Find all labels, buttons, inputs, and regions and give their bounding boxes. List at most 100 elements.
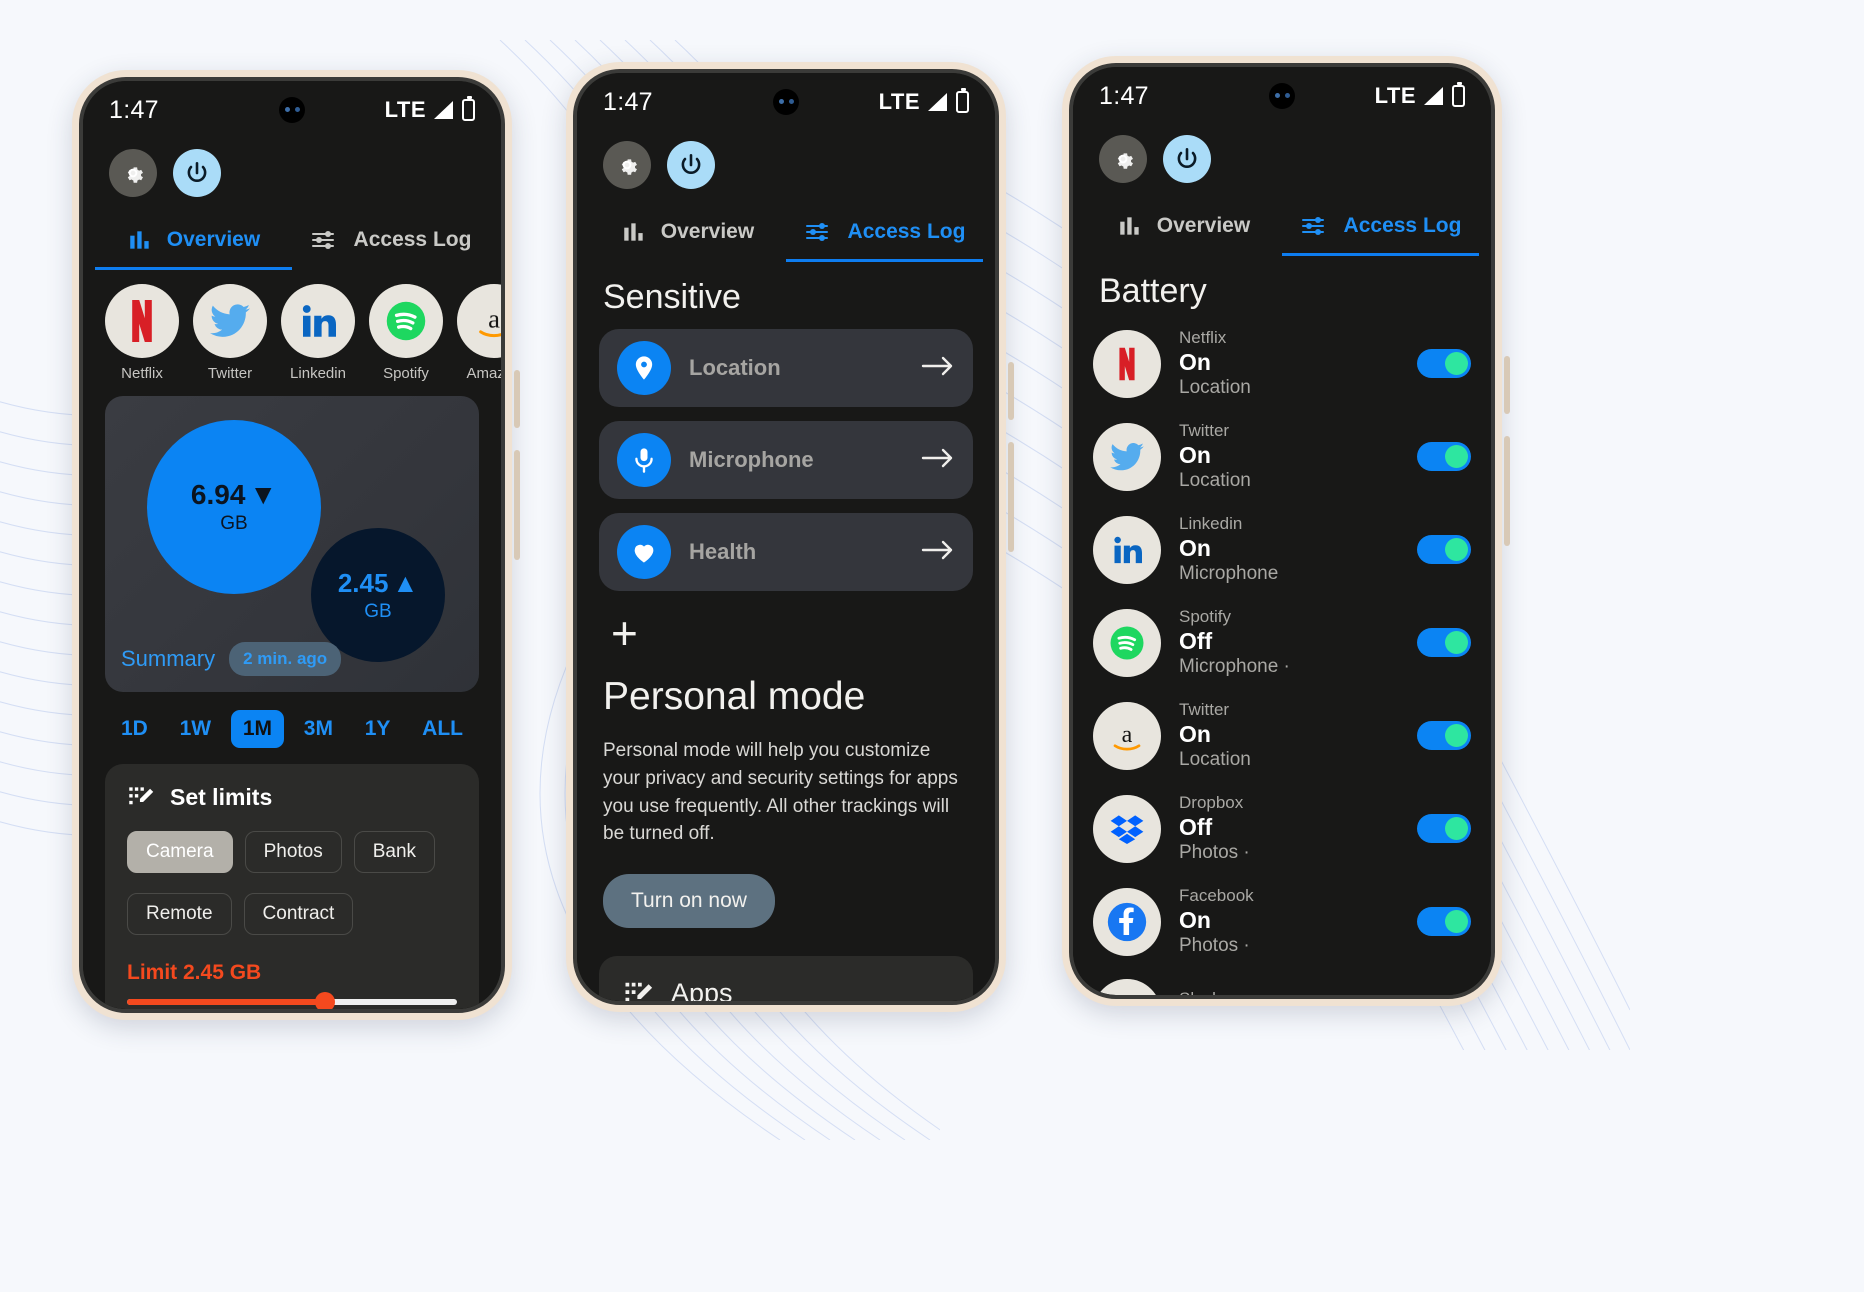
power-icon bbox=[187, 161, 207, 182]
settings-button[interactable] bbox=[603, 141, 651, 189]
app-shortcut[interactable]: Linkedin bbox=[281, 284, 355, 382]
range-1m[interactable]: 1M bbox=[230, 710, 285, 748]
list-item-toggle[interactable] bbox=[1417, 442, 1471, 471]
settings-button[interactable] bbox=[1099, 135, 1147, 183]
app-shortcut-label: Linkedin bbox=[290, 365, 346, 382]
app-shortcut[interactable]: Spotify bbox=[369, 284, 443, 382]
range-1y[interactable]: 1Y bbox=[353, 710, 403, 748]
list-item-permission: Photos · bbox=[1179, 935, 1250, 956]
limit-slider[interactable] bbox=[127, 992, 457, 1009]
sensitive-section-title: Sensitive bbox=[603, 278, 741, 316]
range-1w[interactable]: 1W bbox=[168, 710, 224, 748]
power-button[interactable] bbox=[173, 149, 221, 197]
list-item-toggle[interactable] bbox=[1417, 535, 1471, 564]
phone3-tabs: Overview Access Log bbox=[1073, 201, 1491, 256]
list-item-toggle[interactable] bbox=[1417, 907, 1471, 936]
chip-camera[interactable]: Camera bbox=[127, 831, 233, 873]
sensitive-row-location[interactable]: Location bbox=[599, 329, 973, 407]
list-item[interactable]: a Twitter On Location bbox=[1093, 689, 1471, 782]
list-item[interactable]: Facebook On Photos · bbox=[1093, 875, 1471, 968]
status-clock: 1:47 bbox=[603, 87, 653, 116]
set-limits-card: Set limits Camera Photos Bank Remote Con… bbox=[105, 764, 479, 1009]
chip-photos[interactable]: Photos bbox=[244, 831, 342, 873]
tab-access-log[interactable]: Access Log bbox=[786, 207, 983, 262]
spotify-icon bbox=[1093, 608, 1161, 677]
amazon-icon[interactable]: a bbox=[457, 284, 501, 358]
chip-contract[interactable]: Contract bbox=[243, 893, 354, 935]
summary-label: Summary bbox=[121, 646, 216, 671]
bubble-upload-value: 2.45 bbox=[337, 567, 389, 598]
arrow-right-icon[interactable] bbox=[921, 354, 955, 383]
front-camera bbox=[773, 89, 799, 115]
list-item-app: Facebook bbox=[1179, 886, 1254, 905]
turn-on-now-button[interactable]: Turn on now bbox=[603, 874, 775, 929]
status-clock: 1:47 bbox=[109, 95, 159, 124]
tab-overview[interactable]: Overview bbox=[95, 215, 292, 270]
summary-updated-chip[interactable]: 2 min. ago bbox=[229, 642, 342, 676]
check-icon bbox=[1450, 818, 1464, 833]
sensitive-row-microphone[interactable]: Microphone bbox=[599, 421, 973, 499]
usage-bubble-chart: 6.94 ▼ GB 2.45 ▲ GB Summary 2 min. ago bbox=[105, 396, 479, 692]
phone1-power-button[interactable] bbox=[514, 450, 520, 560]
linkedin-icon[interactable] bbox=[281, 284, 355, 358]
range-1d[interactable]: 1D bbox=[109, 710, 160, 748]
arrow-right-icon[interactable] bbox=[921, 446, 955, 475]
list-item-toggle[interactable] bbox=[1417, 349, 1471, 378]
tab-overview[interactable]: Overview bbox=[1085, 201, 1282, 256]
phone-overview: 1:47 LTE Overview Access Log Netflix Twi… bbox=[72, 70, 520, 1020]
list-item[interactable]: Slack On bbox=[1093, 968, 1471, 995]
list-item[interactable]: Twitter On Location bbox=[1093, 410, 1471, 503]
apps-card[interactable]: Apps bbox=[599, 956, 973, 1001]
app-shortcut-label: Twitter bbox=[207, 365, 253, 382]
list-item[interactable]: Netflix On Location bbox=[1093, 317, 1471, 410]
chip-remote[interactable]: Remote bbox=[127, 893, 232, 935]
app-shortcut[interactable]: Netflix bbox=[105, 284, 179, 382]
list-item-toggle[interactable] bbox=[1417, 721, 1471, 750]
dropbox-icon bbox=[1093, 794, 1161, 863]
network-label: LTE bbox=[878, 89, 920, 114]
power-button[interactable] bbox=[667, 141, 715, 189]
phone2-top-actions bbox=[577, 131, 995, 189]
add-sensitive-button[interactable]: + bbox=[611, 610, 638, 656]
bubble-download[interactable]: 6.94 ▼ GB bbox=[147, 420, 321, 594]
limit-chip-group: Camera Photos Bank bbox=[127, 831, 457, 873]
app-shortcut-label: Netflix bbox=[121, 365, 163, 382]
tab-access-log[interactable]: Access Log bbox=[1282, 201, 1479, 256]
list-item-state: Off bbox=[1179, 628, 1213, 654]
tab-overview[interactable]: Overview bbox=[589, 207, 786, 262]
list-item[interactable]: Dropbox Off Photos · bbox=[1093, 782, 1471, 875]
battery-app-list: Netflix On Location Twitter On Location … bbox=[1073, 311, 1491, 995]
slack-icon bbox=[1093, 979, 1161, 995]
sensitive-row-health[interactable]: Health bbox=[599, 513, 973, 591]
phone3-power-button[interactable] bbox=[1504, 436, 1510, 546]
phone3-volume-button[interactable] bbox=[1504, 356, 1510, 414]
netflix-icon bbox=[1093, 329, 1161, 398]
gear-icon bbox=[1117, 153, 1133, 169]
power-button[interactable] bbox=[1163, 135, 1211, 183]
app-shortcut[interactable]: Twitter bbox=[193, 284, 267, 382]
list-item-toggle[interactable] bbox=[1417, 814, 1471, 843]
limit-value-label: Limit 2.45 GB bbox=[127, 961, 262, 984]
phone2-power-button[interactable] bbox=[1008, 442, 1014, 552]
limit-slider-knob[interactable] bbox=[315, 992, 335, 1009]
range-all[interactable]: ALL bbox=[410, 710, 475, 748]
phone-sensitive: 1:47 LTE Overview Access Log Sensitive L… bbox=[566, 62, 1014, 1012]
tab-access-log[interactable]: Access Log bbox=[292, 215, 489, 270]
list-item-permission: Location bbox=[1179, 749, 1251, 770]
list-item[interactable]: Spotify Off Microphone · bbox=[1093, 596, 1471, 689]
arrow-right-icon[interactable] bbox=[921, 538, 955, 567]
settings-button[interactable] bbox=[109, 149, 157, 197]
tab-overview-label: Overview bbox=[166, 228, 261, 251]
range-3m[interactable]: 3M bbox=[292, 710, 345, 748]
netflix-icon[interactable] bbox=[105, 284, 179, 358]
list-item-toggle[interactable] bbox=[1417, 628, 1471, 657]
chip-bank[interactable]: Bank bbox=[353, 831, 436, 873]
twitter-icon[interactable] bbox=[193, 284, 267, 358]
list-item-state: On bbox=[1179, 721, 1211, 747]
spotify-icon[interactable] bbox=[369, 284, 443, 358]
list-item[interactable]: Linkedin On Microphone bbox=[1093, 503, 1471, 596]
check-icon bbox=[1450, 446, 1464, 461]
phone2-volume-button[interactable] bbox=[1008, 362, 1014, 420]
phone1-volume-button[interactable] bbox=[514, 370, 520, 428]
app-shortcut[interactable]: a Amazon bbox=[457, 284, 501, 382]
